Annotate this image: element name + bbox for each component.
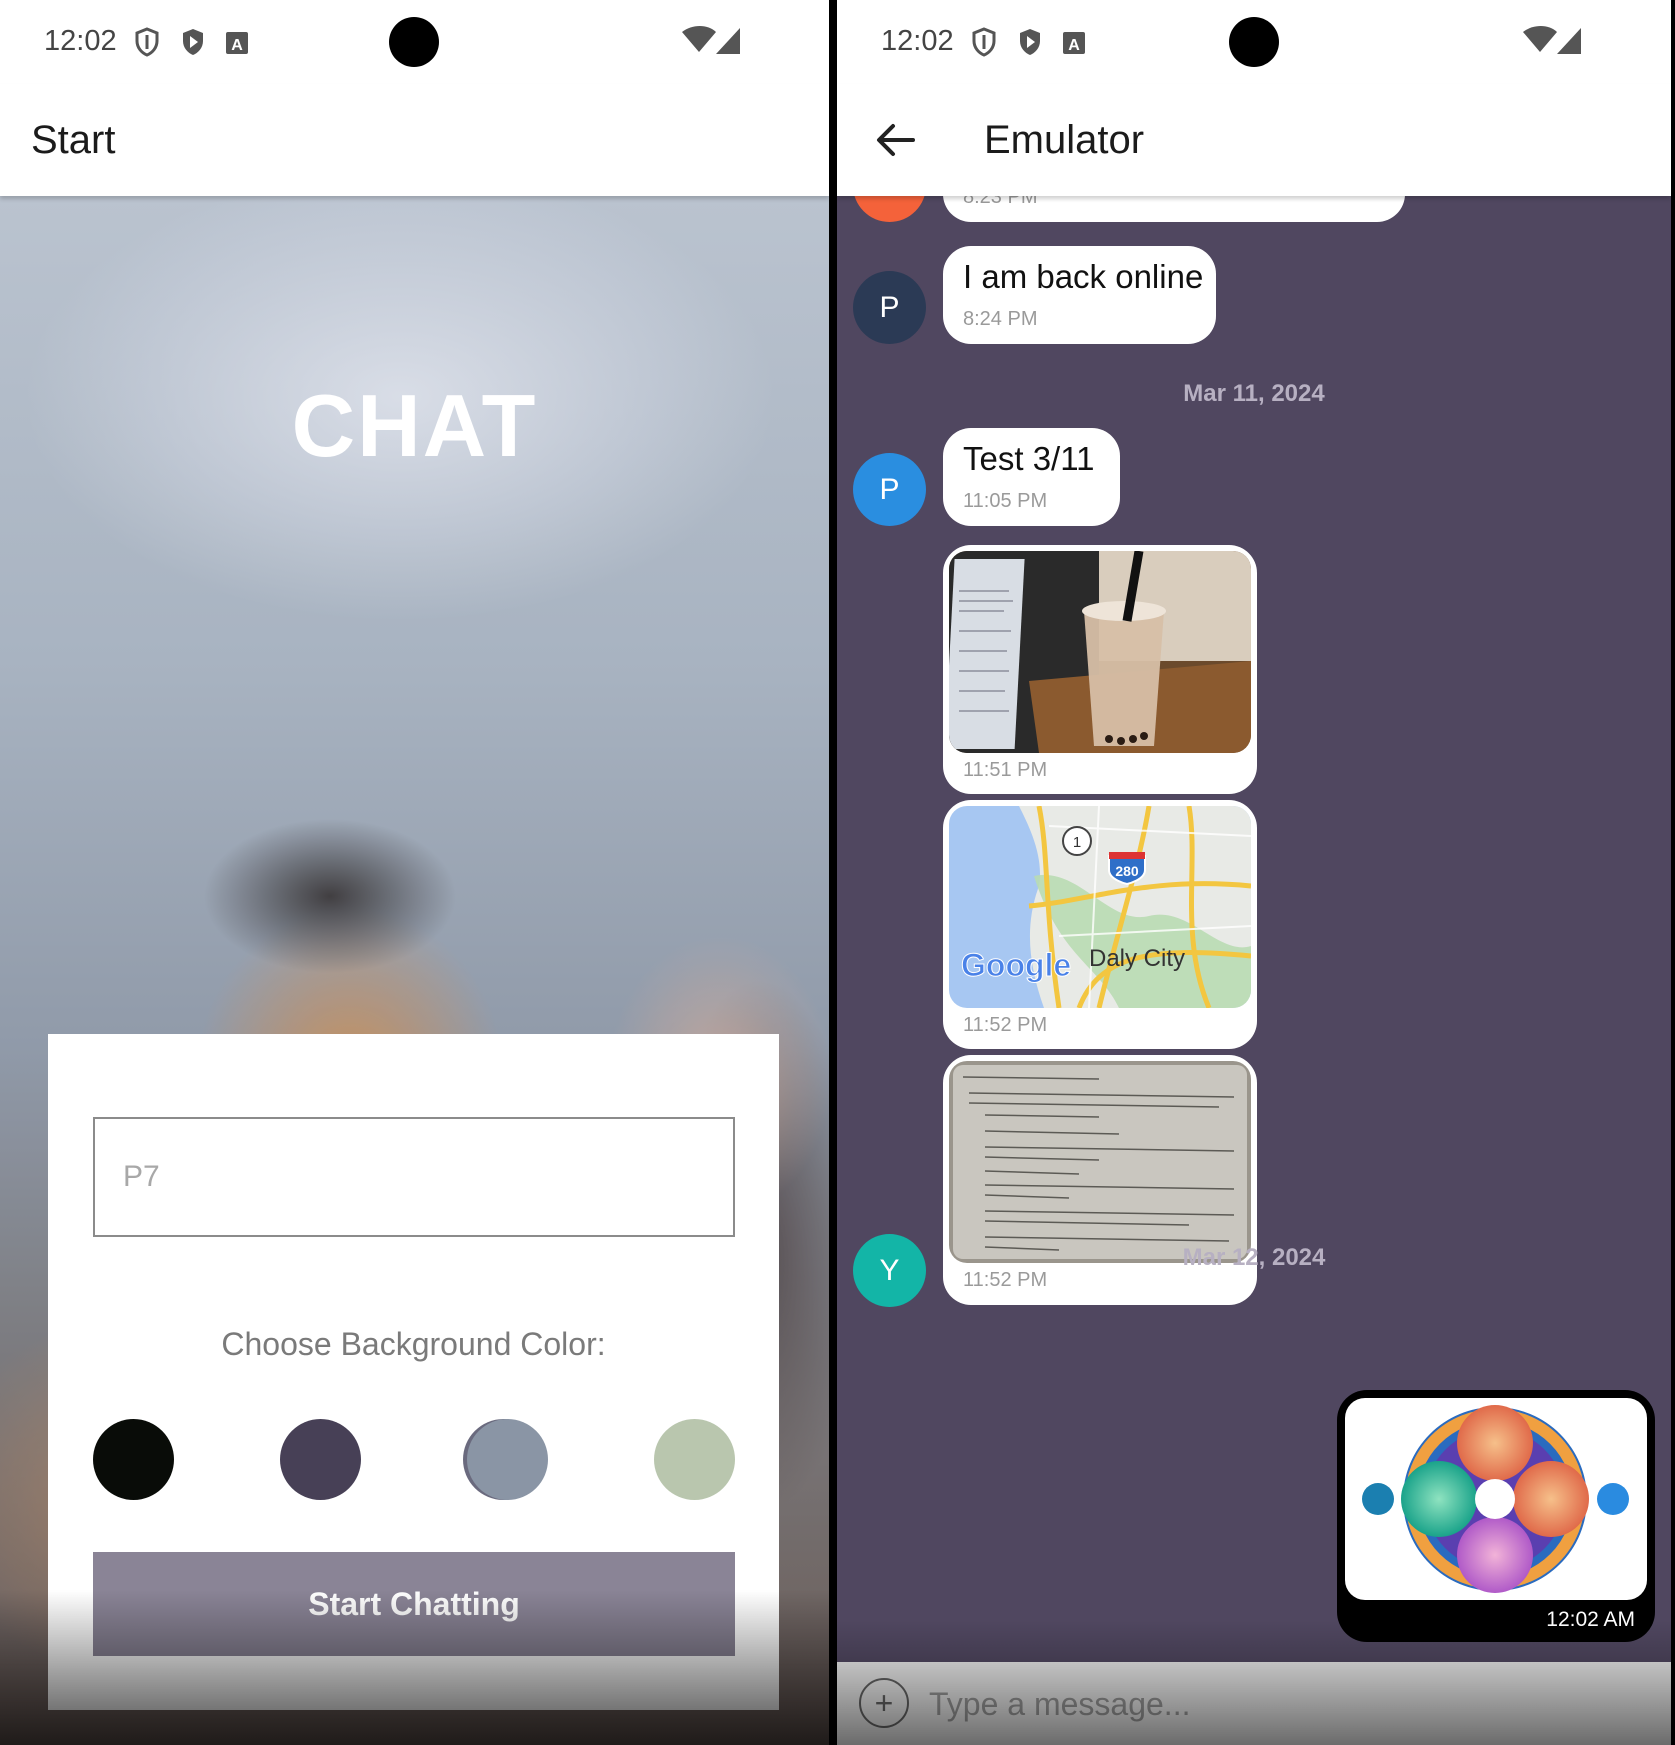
google-logo: Google — [961, 947, 1071, 983]
app-bar: Emulator — [837, 84, 1671, 196]
message-time: 11:52 PM — [963, 1014, 1048, 1036]
front-camera — [1229, 17, 1279, 67]
message-time: 11:05 PM — [963, 490, 1048, 512]
message-bubble: Test 3/11 11:05 PM — [943, 428, 1120, 526]
text-a-icon: A — [226, 32, 248, 54]
shield-outline-icon — [972, 27, 996, 57]
avatar: P — [853, 453, 926, 526]
start-screen: 12:02 A Start CHAT Choose Background Col… — [0, 0, 829, 1745]
city-label: Daly City — [1089, 945, 1185, 972]
status-bar: 12:02 A — [0, 0, 829, 84]
date-separator: Mar 11, 2024 — [1183, 380, 1325, 407]
map-view[interactable]: 1 280 Daly City Google — [949, 806, 1251, 1008]
chat-screen: 12:02 A Emulator 8:23 PM P I am back onl… — [837, 0, 1671, 1745]
back-arrow-icon[interactable] — [873, 118, 917, 162]
svg-text:A: A — [1068, 37, 1080, 54]
wifi-signal-icon — [682, 26, 740, 54]
avatar: P — [853, 271, 926, 344]
page-title: Start — [31, 118, 116, 162]
message-photo[interactable] — [949, 551, 1251, 753]
message-time: 11:51 PM — [963, 759, 1048, 781]
message-photo[interactable] — [1345, 1398, 1647, 1600]
message-time: 12:02 AM — [1546, 1608, 1635, 1631]
app-bar: Start — [0, 84, 829, 196]
text-a-icon: A — [1063, 32, 1085, 54]
message-composer: + — [837, 1662, 1671, 1745]
wifi-signal-icon — [1523, 26, 1581, 54]
start-card: Choose Background Color: Start Chatting — [48, 1034, 779, 1710]
message-text: I am back online — [963, 258, 1204, 295]
shield-play-icon — [183, 29, 203, 55]
message-text: Test 3/11 — [963, 440, 1095, 477]
message-photo[interactable] — [949, 1061, 1251, 1263]
date-separator: Mar 12, 2024 — [1182, 1244, 1326, 1271]
app-title: CHAT — [291, 376, 538, 475]
color-swatch-gray-blue[interactable] — [467, 1419, 548, 1500]
image-message[interactable]: 11:51 PM — [943, 545, 1257, 794]
message-time: 11:52 PM — [963, 1269, 1048, 1291]
status-time: 12:02 — [881, 25, 954, 57]
svg-text:A: A — [231, 37, 243, 54]
message-bubble: I am back online 8:24 PM — [943, 246, 1216, 344]
start-chatting-button[interactable]: Start Chatting — [93, 1552, 735, 1656]
color-swatch-purple[interactable] — [280, 1419, 361, 1500]
message-time: 8:24 PM — [963, 308, 1038, 330]
route-280-label: 280 — [1115, 863, 1139, 879]
route-1-label: 1 — [1073, 834, 1081, 851]
color-swatch-sage[interactable] — [654, 1419, 735, 1500]
color-swatch-black[interactable] — [93, 1419, 174, 1500]
color-label: Choose Background Color: — [221, 1326, 606, 1362]
location-message[interactable]: 1 280 Daly City Google 11:52 PM — [943, 800, 1257, 1049]
front-camera — [389, 17, 439, 67]
message-input[interactable] — [929, 1676, 1629, 1732]
shield-play-icon — [1020, 29, 1040, 55]
chat-title: Emulator — [984, 118, 1145, 162]
status-time: 12:02 — [44, 25, 117, 57]
status-bar: 12:02 A — [837, 0, 1671, 84]
shield-outline-icon — [135, 27, 159, 57]
name-input[interactable] — [93, 1117, 735, 1237]
own-image-message[interactable]: 12:02 AM — [1337, 1390, 1655, 1642]
add-attachment-icon[interactable]: + — [859, 1678, 909, 1728]
